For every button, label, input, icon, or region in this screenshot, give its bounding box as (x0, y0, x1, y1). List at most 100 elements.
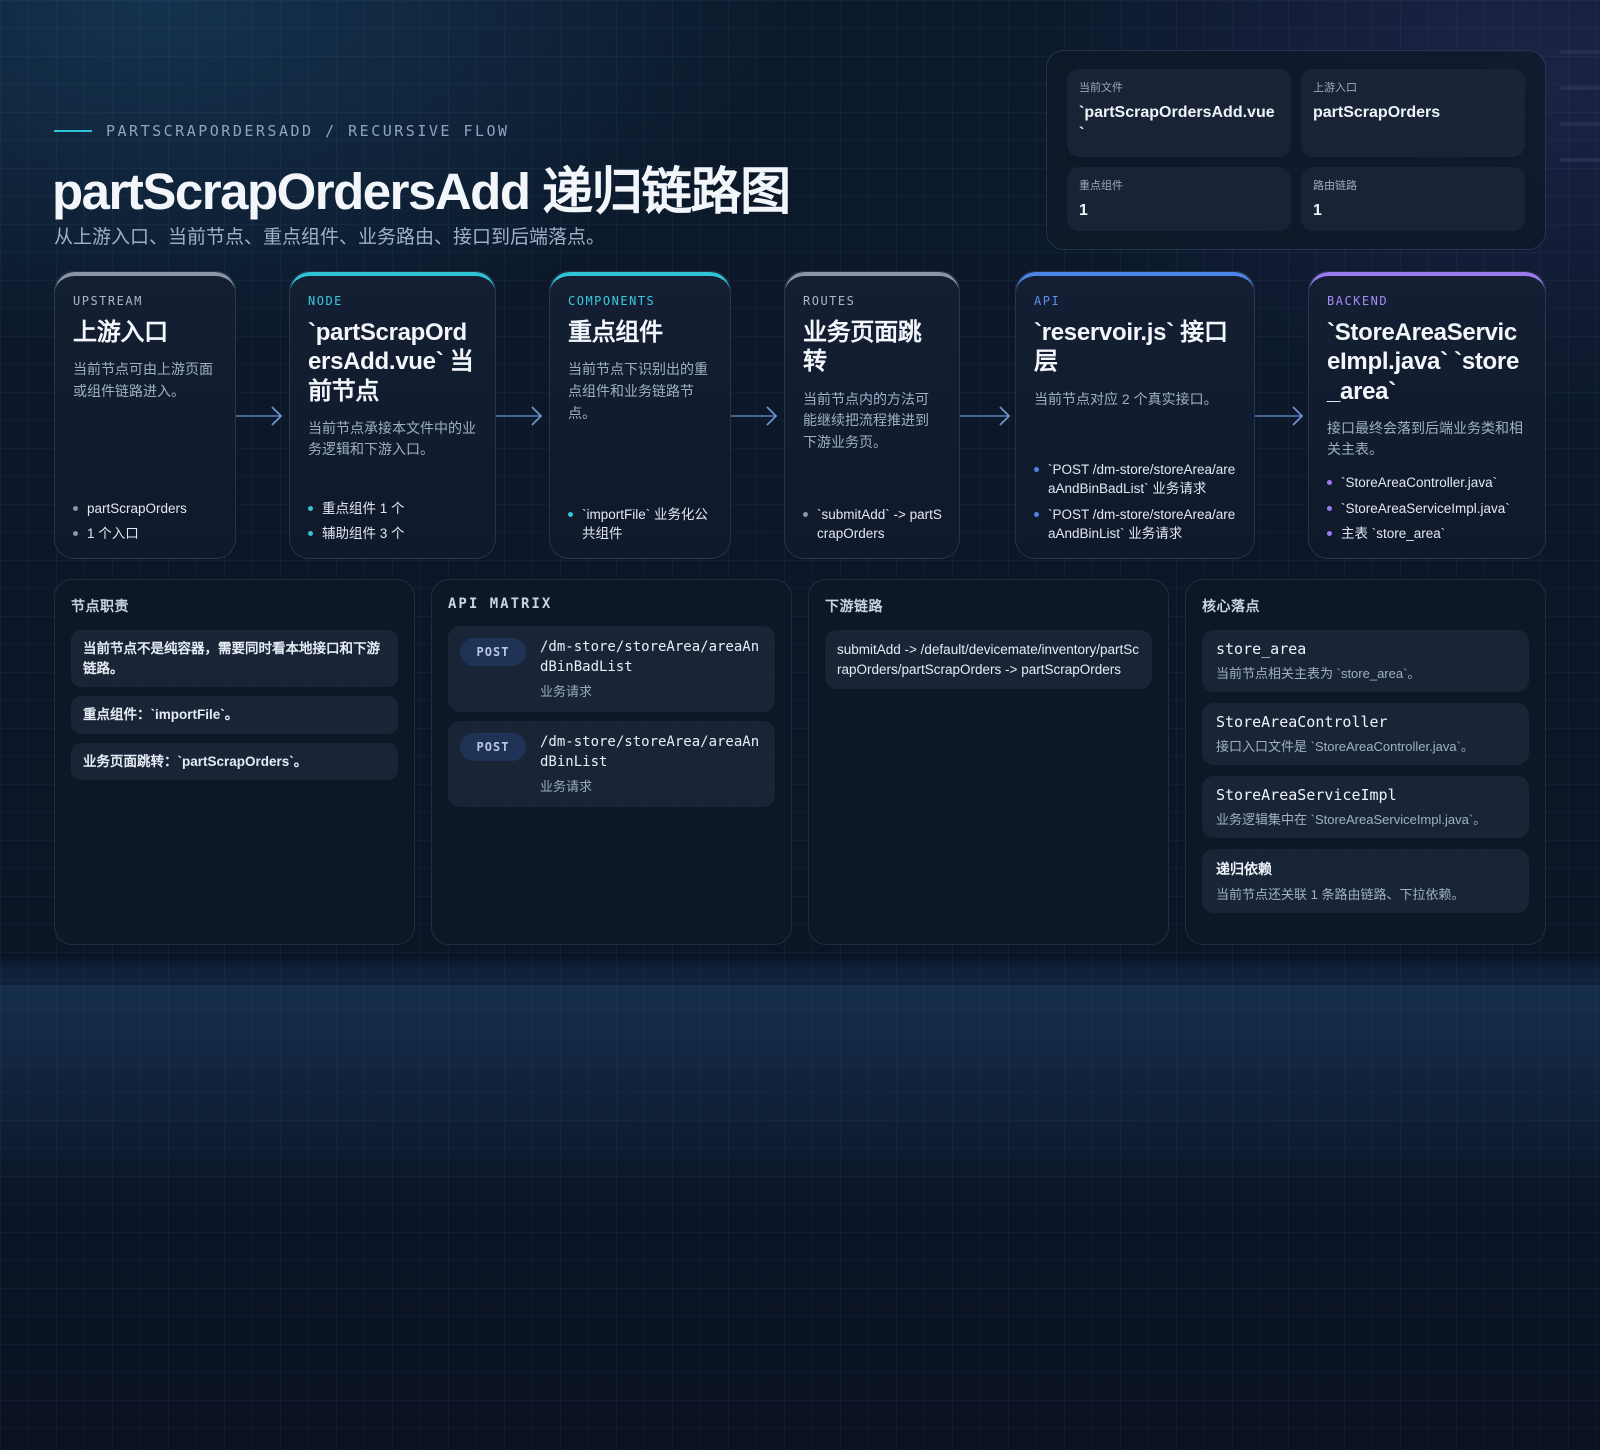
card-title: 业务页面跳转 (803, 319, 922, 376)
list-item: `StoreAreaController.java` (1327, 473, 1531, 493)
api-row[interactable]: POST /dm-store/storeArea/areaAndBinList … (448, 721, 775, 808)
card-description: 接口最终会落到后端业务类和相关主表。 (1327, 419, 1523, 458)
card-tag: API (1034, 294, 1061, 308)
core-item-title: StoreAreaController (1216, 713, 1388, 731)
core-item-title: store_area (1216, 640, 1307, 658)
eyebrow-line (54, 130, 92, 132)
card-title: `partScrapOrdersAdd.vue` 当前节点 (308, 319, 474, 405)
core-item-description: 接口入口文件是 `StoreAreaController.java`。 (1216, 739, 1474, 754)
list-item: 辅助组件 3 个 (308, 524, 481, 544)
api-description: 业务请求 (540, 779, 593, 795)
list-item: 1 个入口 (73, 524, 221, 544)
list-item: 重点组件：`importFile`。 (71, 696, 398, 734)
card-description: 当前节点对应 2 个真实接口。 (1034, 390, 1218, 407)
method-badge: POST (460, 733, 526, 762)
card-list: 重点组件 1 个 辅助组件 3 个 (308, 493, 481, 544)
card-list: `StoreAreaController.java` `StoreAreaSer… (1327, 467, 1531, 544)
stat-label: 重点组件 (1079, 180, 1123, 192)
arrow-right-icon (960, 406, 1011, 426)
list-item: `submitAdd` -> partScrapOrders (803, 505, 945, 544)
stat-value: partScrapOrders (1313, 104, 1441, 121)
stat-value: `partScrapOrdersAdd.vue` (1079, 104, 1275, 142)
api-row[interactable]: POST /dm-store/storeArea/areaAndBinBadLi… (448, 626, 775, 713)
flow-card-api: API `reservoir.js` 接口层 当前节点对应 2 个真实接口。 `… (1015, 271, 1255, 559)
method-badge: POST (460, 638, 526, 666)
panel-title: 下游链路 (825, 598, 883, 614)
flow-card-node: NODE `partScrapOrdersAdd.vue` 当前节点 当前节点承… (289, 271, 496, 559)
card-title: 上游入口 (73, 319, 168, 346)
stat-label: 上游入口 (1313, 82, 1357, 94)
core-item-description: 当前节点还关联 1 条路由链路、下拉依赖。 (1216, 887, 1465, 902)
list-item: 业务页面跳转：`partScrapOrders`。 (71, 742, 398, 781)
core-item-description: 当前节点相关主表为 `store_area`。 (1216, 666, 1421, 681)
card-list: `submitAdd` -> partScrapOrders (803, 499, 945, 544)
core-item-title: StoreAreaServiceImpl (1216, 786, 1397, 804)
arrow-right-icon (496, 406, 543, 426)
stat-value: 1 (1313, 202, 1322, 219)
api-path: /dm-store/storeArea/areaAndBinBadList (540, 639, 760, 675)
card-title: `reservoir.js` 接口层 (1034, 319, 1228, 376)
api-description: 业务请求 (540, 684, 593, 700)
eyebrow-text: PARTSCRAPORDERSADD / RECURSIVE FLOW (106, 122, 510, 140)
flow-card-routes: ROUTES 业务页面跳转 当前节点内的方法可能继续把流程推进到下游业务页。 `… (784, 271, 960, 559)
stat-label: 路由链路 (1313, 180, 1357, 192)
card-title: `StoreAreaServiceImpl.java` `store_area` (1327, 319, 1520, 405)
list-item: 当前节点不是纯容器，需要同时看本地接口和下游链路。 (71, 630, 398, 688)
core-panel: 核心落点 store_area 当前节点相关主表为 `store_area`。 … (1185, 579, 1546, 945)
stat-label: 当前文件 (1079, 82, 1123, 94)
card-title: 重点组件 (568, 319, 663, 346)
list-item: `POST /dm-store/storeArea/areaAndBinList… (1034, 505, 1240, 544)
flow-arrow (1255, 404, 1305, 428)
list-item: partScrapOrders (73, 499, 221, 519)
card-list: partScrapOrders 1 个入口 (73, 493, 221, 544)
downstream-panel: 下游链路 submitAdd -> /default/devicemate/in… (808, 579, 1169, 945)
card-tag: UPSTREAM (73, 294, 143, 308)
list-item: `importFile` 业务化公共组件 (568, 505, 716, 544)
flow-card-upstream: UPSTREAM 上游入口 当前节点可由上游页面或组件链路进入。 partScr… (54, 271, 236, 559)
decorative-lines (1560, 50, 1600, 194)
card-description: 当前节点承接本文件中的业务逻辑和下游入口。 (308, 419, 476, 458)
list-item: submitAdd -> /default/devicemate/invento… (825, 630, 1152, 690)
eyebrow: PARTSCRAPORDERSADD / RECURSIVE FLOW (54, 122, 510, 140)
card-tag: NODE (308, 294, 343, 308)
stats-panel: 当前文件 `partScrapOrdersAdd.vue` 上游入口 partS… (1046, 50, 1546, 250)
flow-card-components: COMPONENTS 重点组件 当前节点下识别出的重点组件和业务链路节点。 `i… (549, 271, 731, 559)
list-item: `StoreAreaServiceImpl.java` (1327, 499, 1531, 519)
responsibility-panel: 节点职责 当前节点不是纯容器，需要同时看本地接口和下游链路。 重点组件：`imp… (54, 579, 415, 945)
panel-title: API MATRIX (448, 596, 553, 612)
flow-arrow (496, 404, 544, 428)
stat-current-file: 当前文件 `partScrapOrdersAdd.vue` (1067, 69, 1291, 157)
card-list: `importFile` 业务化公共组件 (568, 499, 716, 544)
core-item-title: 递归依赖 (1216, 861, 1272, 877)
flow-arrow (236, 404, 284, 428)
flow-arrow (731, 404, 779, 428)
card-description: 当前节点内的方法可能继续把流程推进到下游业务页。 (803, 390, 929, 450)
list-item: 主表 `store_area` (1327, 524, 1531, 544)
arrow-right-icon (1255, 406, 1304, 426)
card-tag: ROUTES (803, 294, 856, 308)
flow-card-backend: BACKEND `StoreAreaServiceImpl.java` `sto… (1308, 271, 1546, 559)
background-band (0, 985, 1600, 1185)
core-item: 递归依赖 当前节点还关联 1 条路由链路、下拉依赖。 (1202, 849, 1529, 913)
arrow-right-icon (236, 406, 283, 426)
page-title: partScrapOrdersAdd 递归链路图 (52, 163, 791, 220)
flow-arrow (960, 404, 1012, 428)
panel-title: 节点职责 (71, 598, 129, 614)
api-path: /dm-store/storeArea/areaAndBinList (540, 734, 760, 770)
stat-key-components: 重点组件 1 (1067, 167, 1291, 231)
api-matrix-panel: API MATRIX POST /dm-store/storeArea/area… (431, 579, 792, 945)
list-item: 重点组件 1 个 (308, 499, 481, 519)
core-item: StoreAreaServiceImpl 业务逻辑集中在 `StoreAreaS… (1202, 776, 1529, 838)
panel-title: 核心落点 (1202, 598, 1260, 614)
page-subtitle: 从上游入口、当前节点、重点组件、业务路由、接口到后端落点。 (54, 227, 606, 248)
core-item-description: 业务逻辑集中在 `StoreAreaServiceImpl.java`。 (1216, 812, 1487, 827)
stat-value: 1 (1079, 202, 1088, 219)
stat-upstream: 上游入口 partScrapOrders (1301, 69, 1525, 157)
core-item: StoreAreaController 接口入口文件是 `StoreAreaCo… (1202, 703, 1529, 765)
arrow-right-icon (731, 406, 778, 426)
card-tag: BACKEND (1327, 294, 1389, 308)
card-description: 当前节点下识别出的重点组件和业务链路节点。 (568, 361, 708, 421)
card-list: `POST /dm-store/storeArea/areaAndBinBadL… (1034, 454, 1240, 544)
list-item: `POST /dm-store/storeArea/areaAndBinBadL… (1034, 460, 1240, 499)
core-item: store_area 当前节点相关主表为 `store_area`。 (1202, 630, 1529, 692)
